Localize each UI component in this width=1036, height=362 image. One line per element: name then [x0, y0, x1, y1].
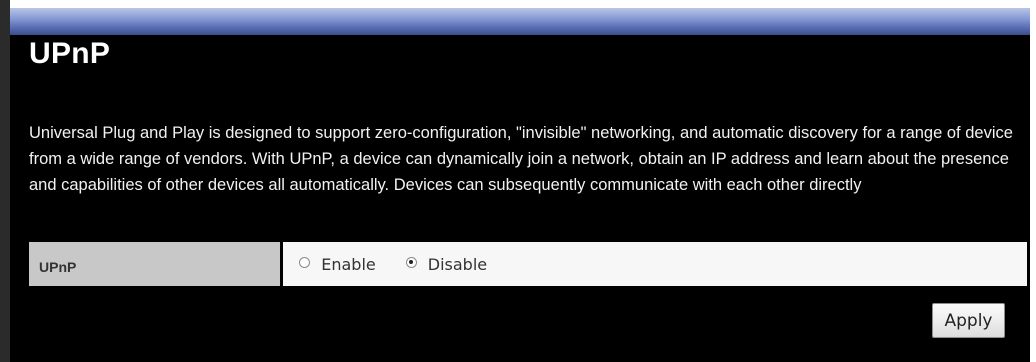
- upnp-panel: UPnP Universal Plug and Play is designed…: [10, 35, 1030, 362]
- apply-button[interactable]: Apply: [932, 303, 1005, 338]
- enable-radio-button[interactable]: [299, 256, 311, 268]
- setting-value-cell: Enable Disable: [283, 242, 1027, 286]
- page-title: UPnP: [29, 37, 111, 70]
- disable-radio-button[interactable]: [405, 256, 417, 268]
- disable-radio-label: Disable: [427, 254, 488, 274]
- outer-right-border: [1030, 0, 1036, 362]
- router-config-frame: UPnP Universal Plug and Play is designed…: [0, 0, 1036, 362]
- header-bar: [10, 8, 1030, 35]
- page-description: Universal Plug and Play is designed to s…: [29, 124, 1013, 194]
- setting-label-cell: UPnP: [29, 242, 281, 286]
- outer-left-border: [0, 0, 10, 362]
- outer-top-border: [0, 0, 1036, 8]
- enable-radio-label: Enable: [321, 254, 376, 274]
- enable-radio-option[interactable]: Enable: [299, 255, 376, 274]
- disable-radio-option[interactable]: Disable: [405, 254, 488, 274]
- setting-label: UPnP: [39, 259, 77, 275]
- upnp-setting-row: UPnP Enable Disable: [29, 242, 1027, 286]
